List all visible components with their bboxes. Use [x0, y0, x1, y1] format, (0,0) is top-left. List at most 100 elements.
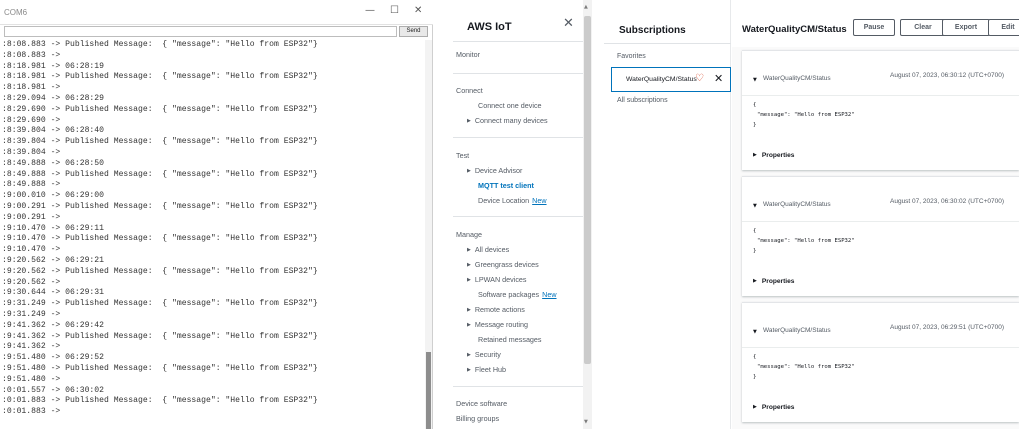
sidebar-item-device-advisor[interactable]: ▶ Device Advisor [467, 166, 522, 175]
edit-button[interactable]: Edit [988, 19, 1019, 36]
all-subscriptions-link[interactable]: All subscriptions [617, 97, 668, 104]
sidebar-item-all-devices[interactable]: ▶ All devices [467, 245, 509, 254]
caret-down-icon[interactable]: ▼ [753, 329, 757, 335]
caret-right-icon: ▶ [467, 247, 471, 253]
serial-log-line: :0:01.883 -> [2, 407, 61, 417]
serial-send-input[interactable] [4, 26, 397, 37]
serial-output-log: :8:08.883 -> Published Message: { "messa… [0, 40, 424, 429]
message-topic[interactable]: WaterQualityCM/Status [763, 75, 831, 82]
sidebar-heading-manage: Manage [456, 230, 482, 239]
message-topic[interactable]: WaterQualityCM/Status [763, 201, 831, 208]
close-icon[interactable]: ✕ [563, 16, 574, 31]
caret-right-icon: ▶ [467, 352, 471, 358]
caret-right-icon: ▶ [467, 367, 471, 373]
export-button[interactable]: Export [942, 19, 990, 36]
payload-open-brace: { [753, 354, 757, 360]
serial-log-line: :8:18.981 -> [2, 83, 61, 93]
subscriptions-title: Subscriptions [619, 25, 686, 36]
new-badge: New [532, 196, 547, 205]
serial-log-line: :8:08.883 -> Published Message: { "messa… [2, 40, 318, 49]
caret-down-icon[interactable]: ▼ [753, 77, 757, 83]
caret-right-icon: ▶ [467, 307, 471, 313]
serial-log-line: :9:00.010 -> 06:29:00 [2, 191, 104, 201]
serial-log-line: :8:29.094 -> 06:28:29 [2, 93, 104, 103]
new-badge: New [542, 290, 557, 299]
properties-toggle[interactable]: ▶ Properties [753, 152, 794, 159]
favorite-subscription-item[interactable]: WaterQualityCM/Status ♡ ✕ [611, 67, 731, 92]
scroll-up-arrow-icon[interactable]: ▲ [584, 4, 588, 10]
sidebar-item-security[interactable]: ▶ Security [467, 350, 501, 359]
payload-open-brace: { [753, 102, 757, 108]
favorite-topic-name: WaterQualityCM/Status [626, 76, 697, 83]
serial-scrollbar[interactable] [425, 40, 432, 429]
serial-log-line: :9:20.562 -> 06:29:21 [2, 255, 104, 265]
minimize-icon[interactable]: — [365, 5, 375, 16]
serial-log-line: :9:20.562 -> [2, 277, 61, 287]
divider [453, 41, 584, 42]
sidebar-scrollbar[interactable]: ▲ ▼ [583, 0, 592, 429]
serial-log-line: :9:31.249 -> [2, 309, 61, 319]
message-card: ▼ WaterQualityCM/Status August 07, 2023, 0… [742, 176, 1019, 296]
divider [742, 221, 1019, 222]
clear-button[interactable]: Clear [900, 19, 946, 36]
sidebar-item-connect-many-devices[interactable]: ▶ Connect many devices [467, 116, 548, 125]
serial-port-title: COM6 [4, 8, 28, 17]
properties-toggle[interactable]: ▶ Properties [753, 404, 794, 411]
topic-title: WaterQualityCM/Status [742, 24, 847, 35]
topic-messages-panel: WaterQualityCM/Status Pause Clear Export… [732, 0, 1019, 429]
sidebar-item-greengrass-devices[interactable]: ▶ Greengrass devices [467, 260, 539, 269]
divider [453, 137, 584, 138]
send-button[interactable]: Send [399, 26, 428, 37]
properties-toggle[interactable]: ▶ Properties [753, 278, 794, 285]
sidebar-title: AWS IoT [467, 21, 512, 33]
sidebar-item-fleet-hub[interactable]: ▶ Fleet Hub [467, 365, 506, 374]
close-icon[interactable]: ✕ [714, 72, 723, 85]
message-card: ▼ WaterQualityCM/Status August 07, 2023, 0… [742, 302, 1019, 422]
message-topic[interactable]: WaterQualityCM/Status [763, 327, 831, 334]
sidebar-item-lpwan-devices[interactable]: ▶ LPWAN devices [467, 275, 527, 284]
serial-log-line: :8:39.804 -> 06:28:40 [2, 126, 104, 136]
sidebar-item-billing-groups[interactable]: Billing groups [456, 414, 499, 423]
maximize-icon[interactable]: ☐ [390, 5, 399, 16]
heart-icon[interactable]: ♡ [695, 73, 704, 84]
payload-open-brace: { [753, 228, 757, 234]
serial-log-line: :9:20.562 -> Published Message: { "messa… [2, 266, 318, 276]
pause-button[interactable]: Pause [853, 19, 895, 36]
sidebar-item-software-packages[interactable]: Software packages New [478, 290, 557, 299]
scroll-down-arrow-icon[interactable]: ▼ [584, 419, 588, 425]
serial-log-line: :9:31.249 -> Published Message: { "messa… [2, 299, 318, 309]
sidebar-item-device-software[interactable]: Device software [456, 399, 507, 408]
serial-log-line: :8:18.981 -> 06:28:19 [2, 61, 104, 71]
serial-log-line: :8:49.888 -> 06:28:50 [2, 158, 104, 168]
serial-log-line: :8:18.981 -> Published Message: { "messa… [2, 72, 318, 82]
serial-log-line: :8:49.888 -> [2, 180, 61, 190]
caret-right-icon: ▶ [467, 322, 471, 328]
sidebar-item-device-location[interactable]: Device Location New [478, 196, 547, 205]
message-payload: "message": "Hello from ESP32" [757, 364, 855, 370]
serial-scrollbar-thumb[interactable] [426, 352, 431, 429]
close-window-icon[interactable]: ✕ [414, 5, 422, 16]
topic-header: WaterQualityCM/Status Pause Clear Export… [732, 0, 1019, 47]
message-timestamp: August 07, 2023, 06:30:12 (UTC+0700) [890, 72, 1005, 79]
serial-log-line: :9:41.362 -> Published Message: { "messa… [2, 331, 318, 341]
sidebar-item-message-routing[interactable]: ▶ Message routing [467, 320, 528, 329]
serial-monitor-window: COM6 — ☐ ✕ Send :8:08.883 -> Published M… [0, 0, 433, 429]
send-row: Send [0, 25, 433, 39]
sidebar-heading-connect: Connect [456, 86, 483, 95]
sidebar-item-connect-one-device[interactable]: Connect one device [478, 101, 542, 110]
payload-close-brace: } [753, 248, 757, 254]
serial-log-line: :8:49.888 -> Published Message: { "messa… [2, 169, 318, 179]
divider [453, 216, 584, 217]
caret-right-icon: ▶ [467, 277, 471, 283]
sidebar-scrollbar-thumb[interactable] [584, 16, 591, 364]
caret-right-icon: ▶ [467, 262, 471, 268]
divider [742, 95, 1019, 96]
message-card: ▼ WaterQualityCM/Status August 07, 2023, 0… [742, 50, 1019, 170]
sidebar-item-mqtt-test-client[interactable]: MQTT test client [478, 181, 534, 190]
sidebar-item-retained-messages[interactable]: Retained messages [478, 335, 542, 344]
caret-down-icon[interactable]: ▼ [753, 203, 757, 209]
sidebar-item-monitor[interactable]: Monitor [456, 50, 480, 59]
sidebar-item-remote-actions[interactable]: ▶ Remote actions [467, 305, 525, 314]
divider [742, 347, 1019, 348]
divider [453, 386, 584, 387]
